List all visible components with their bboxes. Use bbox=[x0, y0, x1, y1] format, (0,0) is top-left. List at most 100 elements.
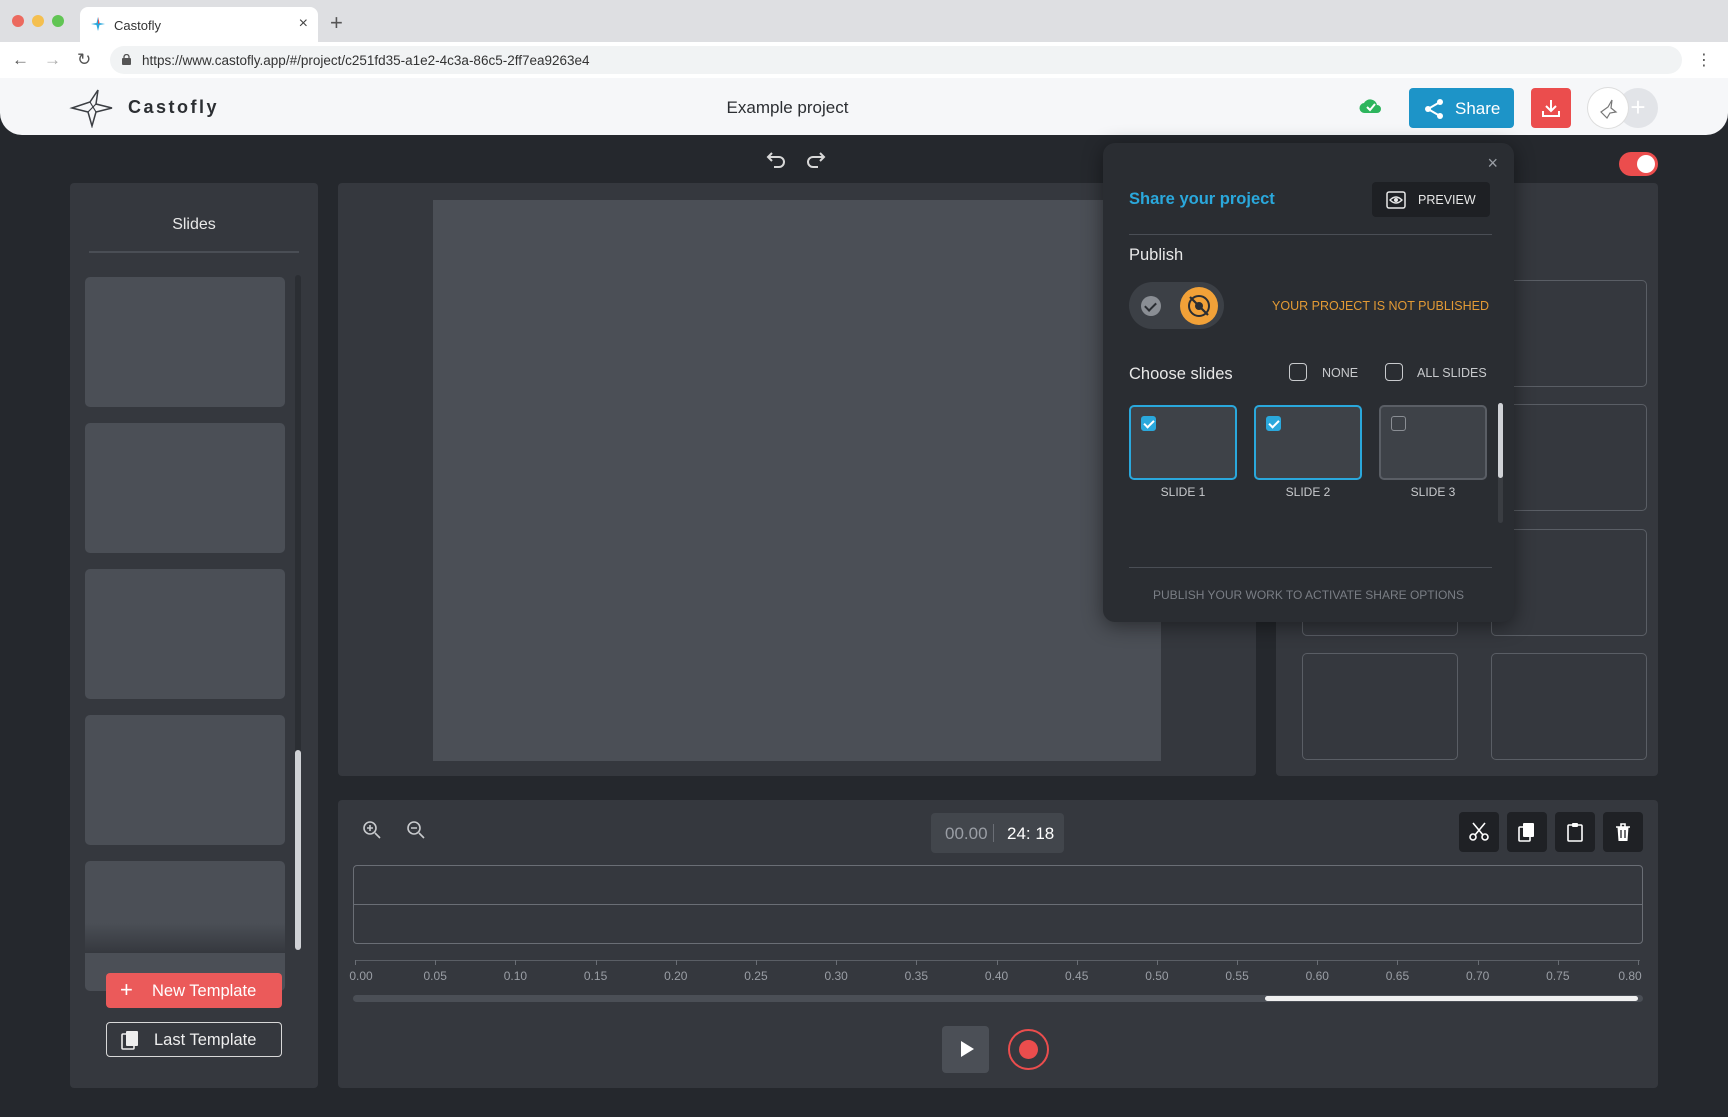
preview-button[interactable]: PREVIEW bbox=[1372, 182, 1490, 217]
scrollbar-thumb[interactable] bbox=[1265, 996, 1638, 1001]
ruler-tick bbox=[755, 960, 757, 965]
slides-title: Slides bbox=[172, 216, 216, 233]
slide-choice-checkbox[interactable] bbox=[1266, 416, 1281, 431]
divider bbox=[89, 251, 299, 253]
trash-icon bbox=[1616, 823, 1630, 841]
timeline-scrollbar[interactable] bbox=[353, 995, 1643, 1002]
ruler-label: 0.35 bbox=[904, 969, 928, 983]
copy-button[interactable] bbox=[1507, 812, 1547, 852]
record-button[interactable] bbox=[1008, 1029, 1049, 1070]
slide-choice-checkbox[interactable] bbox=[1141, 416, 1156, 431]
preview-label: PREVIEW bbox=[1418, 193, 1476, 207]
new-tab-icon[interactable]: + bbox=[330, 10, 343, 36]
mode-toggle[interactable] bbox=[1619, 152, 1658, 176]
ruler-tick bbox=[916, 960, 918, 965]
share-button[interactable]: Share bbox=[1409, 88, 1514, 128]
all-slides-checkbox[interactable] bbox=[1385, 363, 1403, 381]
ruler-tick bbox=[355, 960, 356, 965]
scrollbar-thumb[interactable] bbox=[295, 750, 301, 950]
zoom-out-icon[interactable] bbox=[406, 820, 426, 840]
none-checkbox[interactable] bbox=[1289, 363, 1307, 381]
ruler-tick bbox=[836, 960, 838, 965]
download-icon bbox=[1542, 100, 1560, 117]
total-time: 24: 18 bbox=[1007, 824, 1055, 843]
slide-choice-card[interactable] bbox=[1129, 405, 1237, 480]
new-template-button[interactable]: + New Template bbox=[106, 973, 282, 1008]
user-avatar-icon bbox=[1600, 99, 1618, 119]
ruler-tick bbox=[1638, 960, 1639, 965]
project-title[interactable]: Example project bbox=[0, 98, 1575, 118]
play-button[interactable] bbox=[942, 1026, 989, 1073]
slide-choice-card[interactable] bbox=[1379, 405, 1487, 480]
scissors-icon bbox=[1469, 822, 1489, 841]
tab-close-icon[interactable]: × bbox=[299, 15, 308, 33]
ruler-tick bbox=[1477, 960, 1479, 965]
browser-tab[interactable]: Castofly × bbox=[80, 7, 318, 42]
ruler-tick bbox=[1237, 960, 1239, 965]
ruler-label: 0.20 bbox=[664, 969, 688, 983]
all-slides-label: ALL SLIDES bbox=[1417, 366, 1487, 380]
reload-icon[interactable]: ↻ bbox=[77, 50, 91, 70]
forward-icon[interactable]: → bbox=[44, 50, 61, 70]
delete-button[interactable] bbox=[1603, 812, 1643, 852]
download-button[interactable] bbox=[1531, 88, 1571, 128]
timeline-track[interactable] bbox=[353, 865, 1643, 944]
current-time: 00.00 bbox=[945, 824, 988, 843]
browser-tab-bar: Castofly × + bbox=[0, 0, 1728, 42]
publish-toggle[interactable] bbox=[1129, 282, 1224, 329]
layout-option[interactable] bbox=[1491, 404, 1647, 511]
slide-choice-card[interactable] bbox=[1254, 405, 1362, 480]
close-window-button[interactable] bbox=[12, 15, 24, 27]
slides-scrollbar[interactable] bbox=[295, 275, 301, 950]
paste-icon bbox=[1567, 823, 1583, 842]
ruler-label: 0.55 bbox=[1225, 969, 1249, 983]
close-icon[interactable]: × bbox=[1487, 153, 1498, 174]
layout-option[interactable] bbox=[1491, 529, 1647, 636]
avatar[interactable] bbox=[1588, 88, 1628, 128]
share-popup-title: Share your project bbox=[1129, 190, 1275, 208]
share-icon bbox=[1425, 99, 1443, 119]
paste-button[interactable] bbox=[1555, 812, 1595, 852]
zoom-in-icon[interactable] bbox=[362, 820, 382, 840]
share-label: Share bbox=[1455, 99, 1501, 118]
unpublished-icon bbox=[1180, 287, 1218, 325]
slide-choice-checkbox[interactable] bbox=[1391, 416, 1406, 431]
last-template-button[interactable]: Last Template bbox=[106, 1022, 282, 1057]
url-text: https://www.castofly.app/#/project/c251f… bbox=[142, 53, 590, 68]
back-icon[interactable]: ← bbox=[12, 50, 29, 70]
last-template-label: Last Template bbox=[154, 1031, 257, 1049]
slide-canvas[interactable] bbox=[433, 200, 1161, 761]
browser-menu-icon[interactable]: ⋮ bbox=[1696, 50, 1712, 70]
slide-choice-label: SLIDE 2 bbox=[1285, 485, 1331, 499]
redo-icon[interactable] bbox=[806, 150, 826, 168]
slide-choice-grid: SLIDE 1 SLIDE 2 SLIDE 3 bbox=[1123, 403, 1498, 503]
slide-thumbnail[interactable] bbox=[85, 715, 285, 845]
preview-icon bbox=[1386, 191, 1406, 209]
ruler-label: 0.05 bbox=[423, 969, 447, 983]
layout-option[interactable] bbox=[1302, 653, 1458, 760]
maximize-window-button[interactable] bbox=[52, 15, 64, 27]
slide-thumbnail[interactable] bbox=[85, 569, 285, 699]
lock-icon bbox=[122, 54, 131, 65]
url-field[interactable]: https://www.castofly.app/#/project/c251f… bbox=[110, 46, 1682, 74]
none-label: NONE bbox=[1322, 366, 1359, 380]
layout-option[interactable] bbox=[1491, 653, 1647, 760]
ruler-label: 0.65 bbox=[1385, 969, 1410, 983]
minimize-window-button[interactable] bbox=[32, 15, 44, 27]
timeline-ruler: 0.00 0.05 0.10 0.15 0.20 0.25 0.30 0.35 0.40 0.45… bbox=[349, 960, 1642, 990]
scrollbar-thumb[interactable] bbox=[1498, 403, 1503, 478]
ruler-label: 0.40 bbox=[984, 969, 1009, 983]
share-footer-note: PUBLISH YOUR WORK TO ACTIVATE SHARE OPTI… bbox=[1153, 588, 1464, 602]
layout-option[interactable] bbox=[1491, 280, 1647, 387]
undo-icon[interactable] bbox=[766, 150, 786, 168]
slide-thumbnail[interactable] bbox=[85, 423, 285, 553]
cut-button[interactable] bbox=[1459, 812, 1499, 852]
slides-panel: Slides + New Template Last Template bbox=[70, 183, 318, 1088]
ruler-tick bbox=[996, 960, 998, 965]
app-header: Castofly Example project Share + bbox=[0, 78, 1728, 135]
timecode-display: 00.00 24: 18 bbox=[931, 813, 1064, 853]
slide-thumbnail[interactable] bbox=[85, 277, 285, 407]
share-popup: × Share your project PREVIEW Publish YOU… bbox=[1103, 143, 1514, 622]
slide-choice-scrollbar[interactable] bbox=[1498, 403, 1503, 523]
ruler-label: 0.30 bbox=[824, 969, 848, 983]
